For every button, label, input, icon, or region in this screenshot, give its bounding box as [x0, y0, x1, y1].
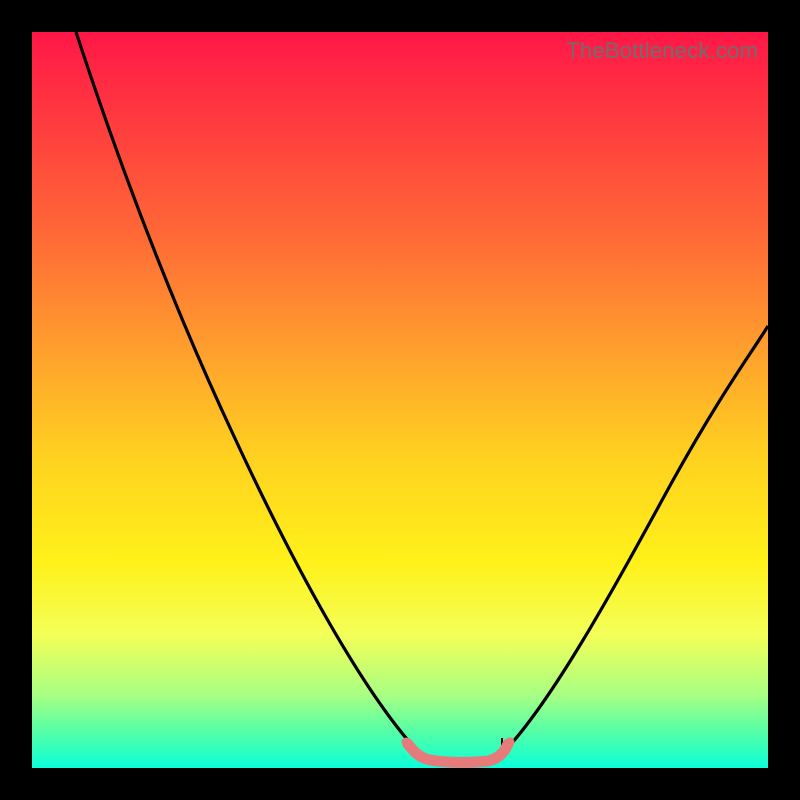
curve-right-branch	[502, 326, 768, 754]
bottleneck-curve	[32, 32, 768, 768]
chart-frame: TheBottleneck.com	[0, 0, 800, 800]
chart-plot-area: TheBottleneck.com	[32, 32, 768, 768]
valley-dot-right	[506, 738, 515, 747]
valley-highlight	[408, 744, 508, 762]
curve-left-branch	[76, 32, 420, 754]
valley-dot-left	[402, 738, 411, 747]
